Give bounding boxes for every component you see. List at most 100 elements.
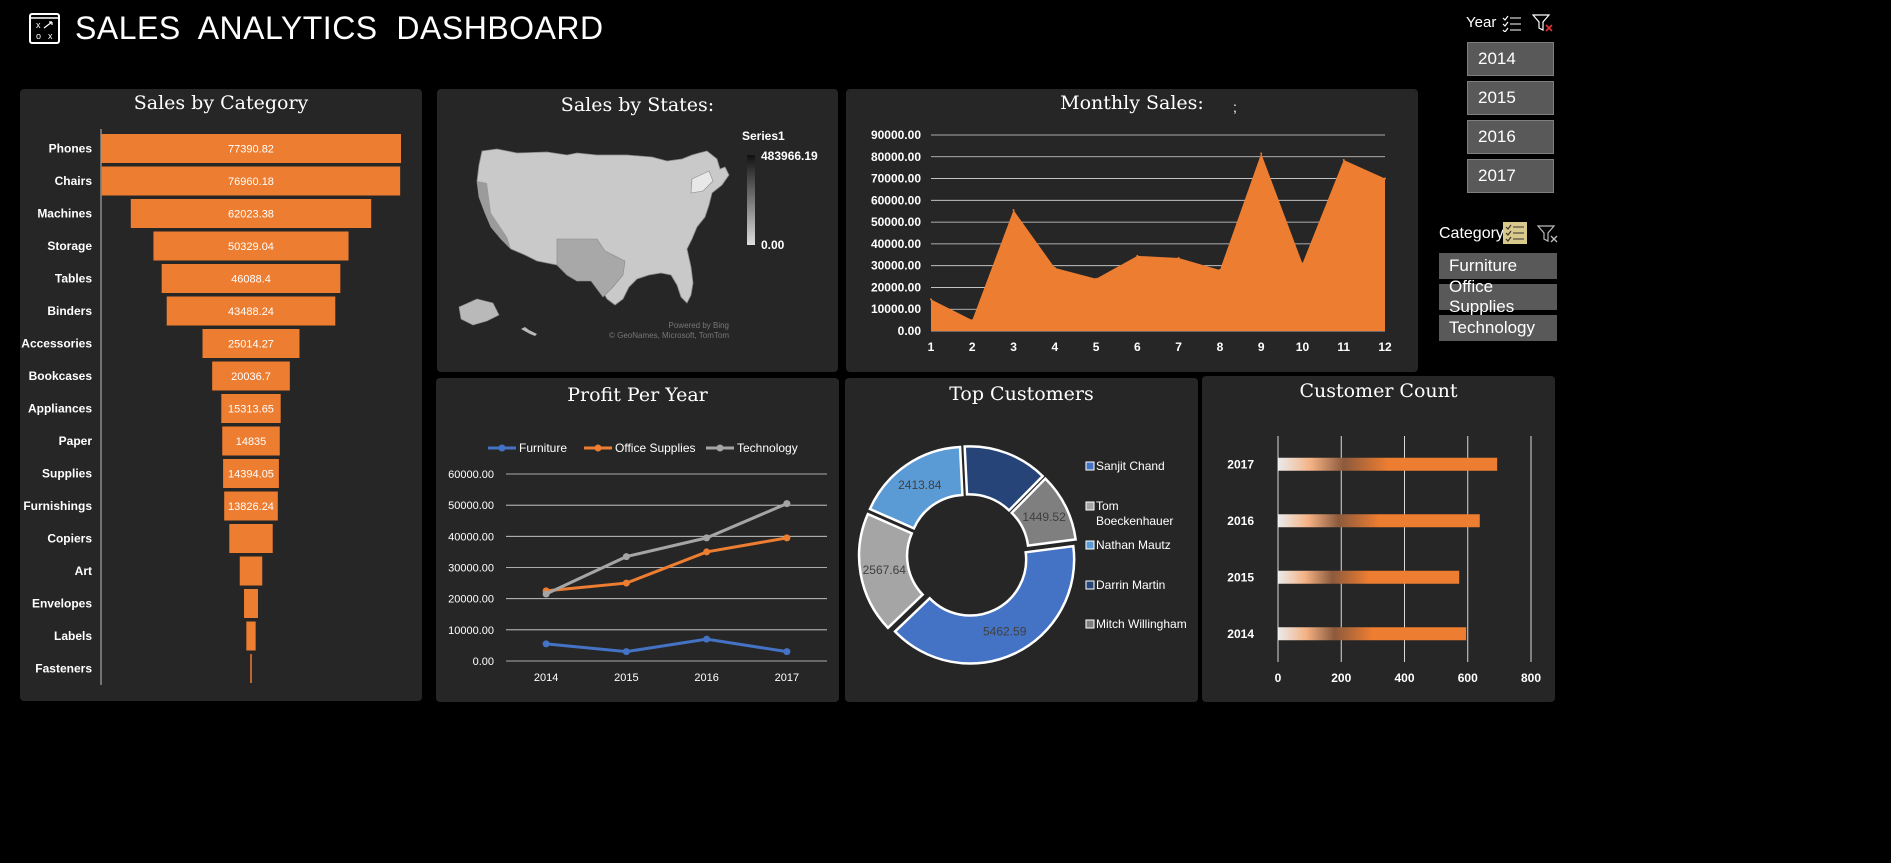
series-point: [783, 500, 791, 508]
category-label: Phones: [49, 142, 93, 156]
slice-value-label: 1449.52: [1022, 510, 1066, 524]
year-slicer-label: Year: [1466, 14, 1497, 31]
y-tick-label: 60000.00: [871, 193, 921, 207]
y-tick-label: 60000.00: [448, 469, 494, 481]
category-label: Binders: [47, 304, 92, 318]
alaska-shape: [458, 298, 500, 326]
svg-text:x: x: [48, 31, 53, 41]
category-label: Paper: [59, 434, 93, 448]
legend-swatch: [1085, 461, 1095, 471]
category-label: 2014: [1227, 627, 1254, 641]
category-value-label: 77390.82: [228, 144, 274, 156]
us-map: Series1 483966.19 0.00 Powered by Bing ©…: [458, 129, 818, 340]
monthly-data-point: [930, 298, 932, 301]
legend-label: Mitch Willingham: [1096, 617, 1187, 631]
year-button-2014[interactable]: 2014: [1467, 42, 1554, 76]
category-button-technology[interactable]: Technology: [1439, 315, 1557, 341]
profit-per-year-panel: Profit Per Year 0.00 10000.00 20000.00 3000…: [436, 378, 839, 702]
category-value-label: 76960.18: [228, 176, 274, 188]
clear-filter-icon[interactable]: [1532, 13, 1554, 33]
strategy-board-icon: x o x: [29, 13, 60, 44]
y-tick-label: 20000.00: [871, 280, 921, 294]
legend-label: Nathan Mautz: [1096, 538, 1171, 552]
series-line: [545, 502, 788, 596]
y-tick-label: 0.00: [473, 656, 494, 668]
logo: x o x: [28, 12, 61, 45]
category-value-label: 25014.27: [228, 339, 274, 351]
x-tick-label: 0: [1275, 671, 1282, 685]
year-button-2017[interactable]: 2017: [1467, 159, 1554, 193]
customer-count-bar: [1278, 514, 1480, 528]
x-tick-label: 4: [1051, 340, 1058, 354]
series-point: [703, 548, 711, 556]
y-tick-label: 80000.00: [871, 150, 921, 164]
y-tick-label: 50000.00: [448, 500, 494, 512]
category-value-label: 62023.38: [228, 209, 274, 221]
legend-label: Darrin Martin: [1096, 578, 1165, 592]
monthly-data-point: [1012, 209, 1015, 212]
multiselect-icon[interactable]: [1502, 14, 1522, 32]
monthly-data-point: [1301, 262, 1304, 265]
series-point: [542, 590, 550, 598]
legend-swatch: [1085, 580, 1095, 590]
monthly-data-point: [1177, 257, 1180, 260]
monthly-data-point: [971, 319, 974, 322]
category-value-label: 50329.04: [228, 241, 274, 253]
year-button-2015[interactable]: 2015: [1467, 81, 1554, 115]
category-value-label: 13826.24: [228, 501, 274, 513]
series-line: [545, 637, 788, 654]
x-tick-label: 3: [1010, 340, 1017, 354]
category-label: Storage: [47, 239, 92, 253]
category-bar: [246, 621, 256, 651]
clear-filter-icon[interactable]: [1537, 224, 1559, 244]
category-label: Labels: [54, 629, 92, 643]
legend-label: Office Supplies: [615, 441, 696, 455]
x-tick-label: 11: [1337, 340, 1350, 354]
series-point: [783, 648, 791, 656]
y-tick-label: 30000.00: [871, 259, 921, 273]
slice-value-label: 5462.59: [983, 625, 1027, 639]
x-tick-label: 9: [1258, 340, 1265, 354]
monthly-sales-chart: 0.00 10000.00 20000.00 30000.00 40000.00 5000…: [871, 128, 1392, 354]
svg-text:x: x: [36, 20, 41, 30]
category-label: Accessories: [21, 337, 92, 351]
category-label: Furnishings: [23, 499, 92, 513]
legend-swatch: [1085, 501, 1095, 511]
category-button-office-supplies[interactable]: Office Supplies: [1439, 277, 1557, 316]
monthly-data-point: [1095, 277, 1098, 280]
top-customers-panel: Top Customers 1449.52 5462.59 2567.64 2413.…: [845, 378, 1198, 702]
x-tick-label: 10: [1296, 340, 1310, 354]
legend-label: Tom: [1096, 499, 1119, 513]
legend-label: Boeckenhauer: [1096, 514, 1173, 528]
category-button-furniture[interactable]: Furniture: [1439, 253, 1557, 279]
category-bar: [250, 654, 252, 683]
x-tick-label: 2016: [694, 672, 718, 684]
category-label: 2016: [1227, 514, 1254, 528]
y-tick-label: 50000.00: [871, 215, 921, 229]
category-bar: [244, 589, 258, 618]
x-tick-label: 2: [969, 340, 976, 354]
series-point: [703, 635, 711, 643]
category-label: Supplies: [42, 467, 92, 481]
y-tick-label: 40000.00: [448, 531, 494, 543]
category-label: 2017: [1227, 457, 1254, 471]
series-point: [783, 534, 791, 542]
sales-by-states-panel: Sales by States: Series1 483966.19 0.00 …: [437, 89, 838, 372]
x-tick-label: 2017: [775, 672, 799, 684]
dashboard-title: SALES ANALYTICS DASHBOARD: [75, 10, 604, 46]
legend-label: Technology: [737, 441, 798, 455]
slice-value-label: 2567.64: [863, 563, 907, 577]
donut-slice: [893, 544, 1076, 665]
y-tick-label: 70000.00: [871, 172, 921, 186]
customer-count-bar: [1278, 570, 1460, 584]
series-point: [703, 534, 711, 542]
year-button-2016[interactable]: 2016: [1467, 120, 1554, 154]
customer-count-bar: [1278, 457, 1498, 471]
monthly-sales-panel: Monthly Sales: ; 0.00 10000.00 20000.00 300…: [846, 89, 1418, 372]
multiselect-icon[interactable]: [1503, 222, 1527, 244]
monthly-data-point: [1136, 254, 1139, 257]
x-tick-label: 8: [1217, 340, 1224, 354]
svg-text:o: o: [36, 31, 41, 41]
x-tick-label: 400: [1394, 671, 1414, 685]
customer-count-chart: 0 200 400 600 800 2017 2016 2015 2014: [1227, 436, 1541, 685]
